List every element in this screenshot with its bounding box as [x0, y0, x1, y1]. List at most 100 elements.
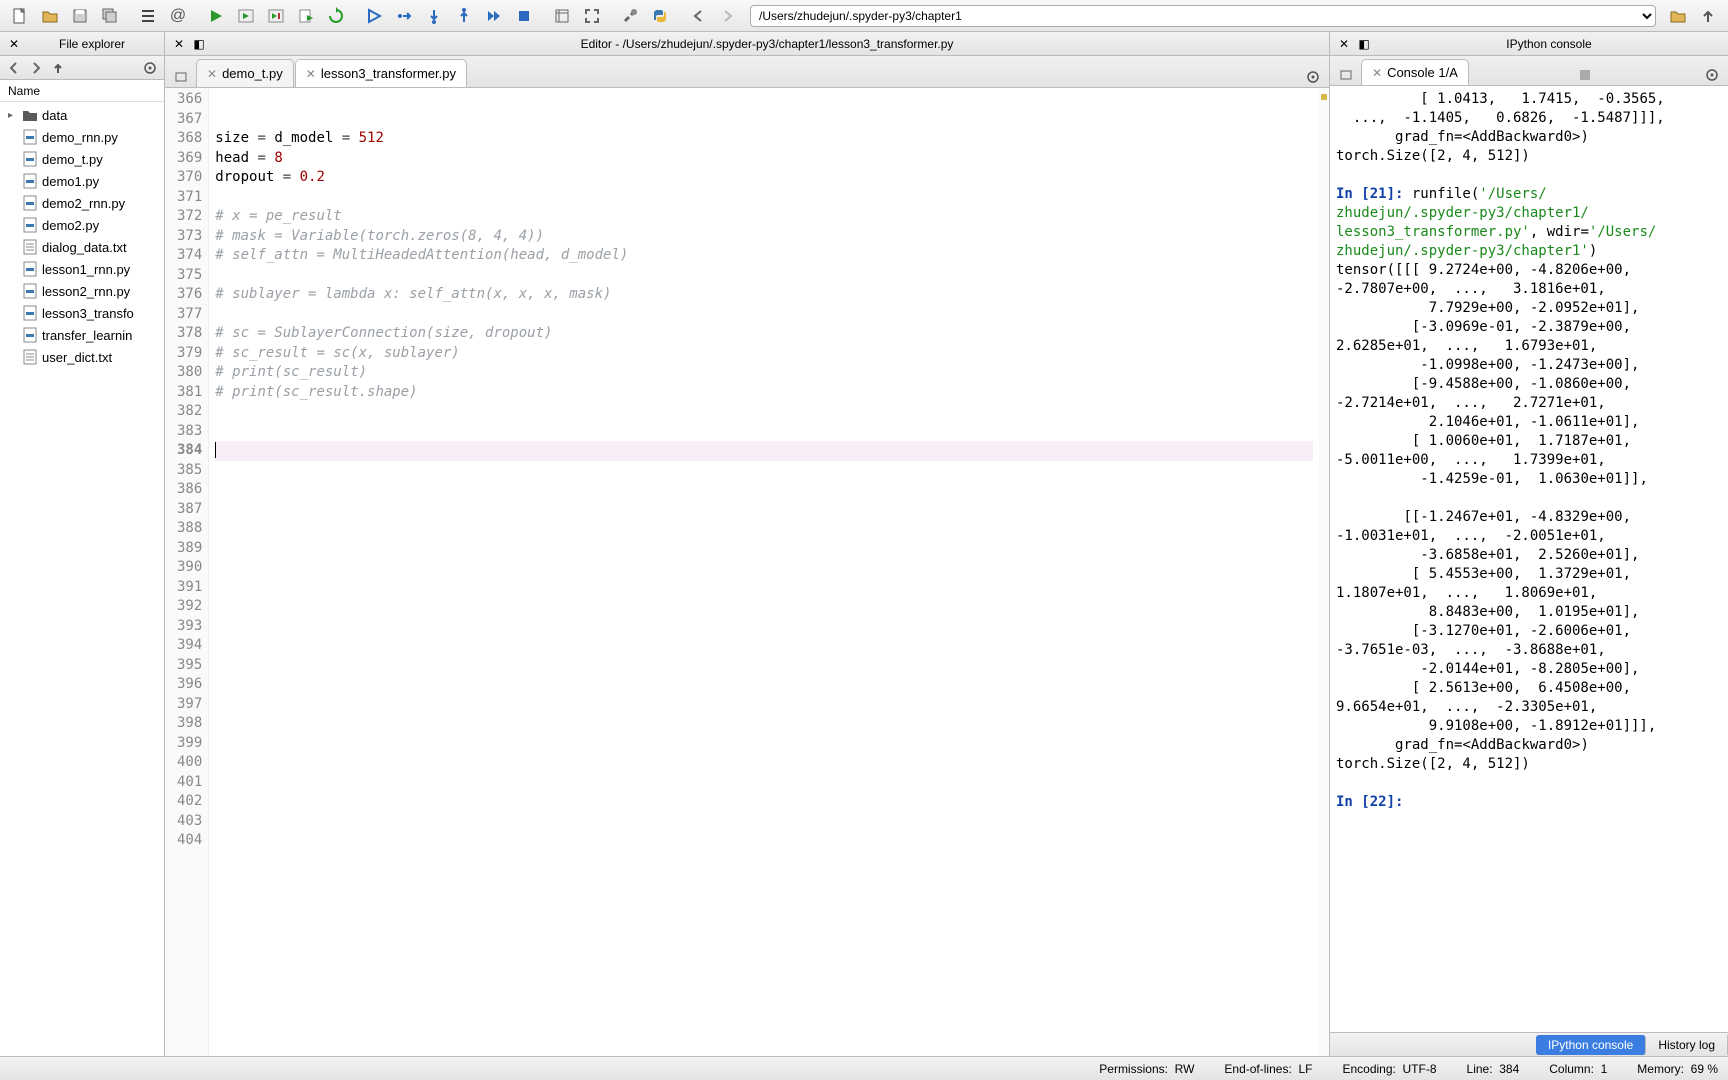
preferences-icon[interactable] [616, 3, 644, 29]
tab-label: demo_t.py [222, 66, 283, 81]
console-stop-icon[interactable] [1575, 65, 1595, 85]
file-row[interactable]: demo_rnn.py [0, 126, 164, 148]
footer-tab-ipython[interactable]: IPython console [1536, 1035, 1646, 1055]
rerun-icon[interactable] [322, 3, 350, 29]
file-name: lesson3_transfo [42, 306, 134, 321]
file-row[interactable]: lesson3_transfo [0, 302, 164, 324]
py-icon [22, 217, 38, 233]
file-row[interactable]: lesson1_rnn.py [0, 258, 164, 280]
editor-pane: ✕ ◧ Editor - /Users/zhudejun/.spyder-py3… [165, 32, 1330, 1056]
step-icon[interactable] [390, 3, 418, 29]
console-tab[interactable]: ✕ Console 1/A [1361, 59, 1469, 85]
py-icon [22, 129, 38, 145]
editor-tab[interactable]: ✕ lesson3_transformer.py [295, 59, 467, 87]
py-icon [22, 173, 38, 189]
step-into-icon[interactable] [420, 3, 448, 29]
status-encoding: Encoding: UTF-8 [1342, 1062, 1436, 1076]
editor-options-icon[interactable] [1303, 67, 1323, 87]
run-selection-icon[interactable] [292, 3, 320, 29]
editor-title: Editor - /Users/zhudejun/.spyder-py3/cha… [209, 37, 1325, 51]
tab-list-icon[interactable] [171, 67, 191, 87]
close-tab-icon[interactable]: ✕ [207, 67, 217, 81]
editor-tab[interactable]: ✕ demo_t.py [196, 59, 294, 87]
code-editor[interactable]: 3663673683693703713723733743753763773783… [165, 88, 1329, 1056]
python-path-icon[interactable] [646, 3, 674, 29]
console-tab-label: Console 1/A [1387, 65, 1458, 80]
file-row[interactable]: lesson2_rnn.py [0, 280, 164, 302]
file-name: transfer_learnin [42, 328, 132, 343]
console-output[interactable]: [ 1.0413, 1.7415, -0.3565, ..., -1.1405,… [1330, 86, 1728, 1032]
undock-console-icon[interactable]: ◧ [1355, 35, 1373, 53]
close-tab-icon[interactable]: ✕ [306, 67, 316, 81]
back-icon[interactable] [684, 3, 712, 29]
file-name: data [42, 108, 67, 123]
file-name: demo1.py [42, 174, 99, 189]
continue-icon[interactable] [480, 3, 508, 29]
console-title: IPython console [1374, 37, 1724, 51]
file-row[interactable]: demo2.py [0, 214, 164, 236]
cursor-icon[interactable] [548, 3, 576, 29]
save-all-icon[interactable] [96, 3, 124, 29]
file-tree[interactable]: ▸datademo_rnn.py demo_t.py demo1.py demo2_r… [0, 102, 164, 1056]
file-name: demo_t.py [42, 152, 103, 167]
file-name: demo2.py [42, 218, 99, 233]
file-row[interactable]: user_dict.txt [0, 346, 164, 368]
console-tab-list-icon[interactable] [1336, 65, 1356, 85]
file-name: dialog_data.txt [42, 240, 127, 255]
py-icon [22, 151, 38, 167]
console-options-icon[interactable] [1702, 65, 1722, 85]
close-editor-pane-icon[interactable]: ✕ [170, 35, 188, 53]
stop-debug-icon[interactable] [510, 3, 538, 29]
new-file-icon[interactable] [6, 3, 34, 29]
status-bar: Permissions: RW End-of-lines: LF Encodin… [0, 1056, 1728, 1080]
browse-dir-icon[interactable] [1664, 3, 1692, 29]
file-row[interactable]: transfer_learnin [0, 324, 164, 346]
run-cell-advance-icon[interactable] [262, 3, 290, 29]
tab-label: lesson3_transformer.py [321, 66, 456, 81]
debug-icon[interactable] [360, 3, 388, 29]
working-dir-selector[interactable]: /Users/zhudejun/.spyder-py3/chapter1 [750, 5, 1656, 27]
status-permissions: Permissions: RW [1099, 1062, 1194, 1076]
file-row[interactable]: demo_t.py [0, 148, 164, 170]
editor-tabstrip: ✕ demo_t.py ✕ lesson3_transformer.py [165, 56, 1329, 88]
parent-dir-icon[interactable] [1694, 3, 1722, 29]
warning-indicator[interactable] [1321, 94, 1327, 100]
folder-icon [22, 107, 38, 123]
py-icon [22, 305, 38, 321]
console-pane: ✕ ◧ IPython console ✕ Console 1/A [ 1.04… [1330, 32, 1728, 1056]
at-icon[interactable]: @ [164, 3, 192, 29]
close-pane-icon[interactable]: ✕ [5, 35, 23, 53]
save-icon[interactable] [66, 3, 94, 29]
maximize-icon[interactable] [578, 3, 606, 29]
file-row[interactable]: demo1.py [0, 170, 164, 192]
file-name: demo2_rnn.py [42, 196, 125, 211]
working-dir-input[interactable]: /Users/zhudejun/.spyder-py3/chapter1 [750, 5, 1656, 27]
status-line: Line: 384 [1467, 1062, 1520, 1076]
py-icon [22, 327, 38, 343]
run-icon[interactable] [202, 3, 230, 29]
file-explorer-column-name[interactable]: Name [0, 80, 164, 102]
footer-tab-history[interactable]: History log [1646, 1035, 1728, 1055]
step-out-icon[interactable] [450, 3, 478, 29]
nav-forward-icon[interactable] [26, 59, 46, 77]
forward-icon[interactable] [714, 3, 742, 29]
status-column: Column: 1 [1549, 1062, 1607, 1076]
status-eol: End-of-lines: LF [1224, 1062, 1312, 1076]
close-console-pane-icon[interactable]: ✕ [1335, 35, 1353, 53]
nav-back-icon[interactable] [4, 59, 24, 77]
nav-up-icon[interactable] [48, 59, 68, 77]
file-row[interactable]: demo2_rnn.py [0, 192, 164, 214]
outline-icon[interactable] [134, 3, 162, 29]
undock-editor-icon[interactable]: ◧ [190, 35, 208, 53]
close-tab-icon[interactable]: ✕ [1372, 66, 1382, 80]
explorer-options-icon[interactable] [140, 59, 160, 77]
file-name: lesson2_rnn.py [42, 284, 130, 299]
file-name: lesson1_rnn.py [42, 262, 130, 277]
open-file-icon[interactable] [36, 3, 64, 29]
py-icon [22, 261, 38, 277]
file-explorer-title: File explorer [24, 37, 160, 51]
file-row[interactable]: ▸data [0, 104, 164, 126]
run-cell-icon[interactable] [232, 3, 260, 29]
file-row[interactable]: dialog_data.txt [0, 236, 164, 258]
file-explorer-pane: ✕ File explorer Name ▸datademo_rnn.pydem… [0, 32, 165, 1056]
